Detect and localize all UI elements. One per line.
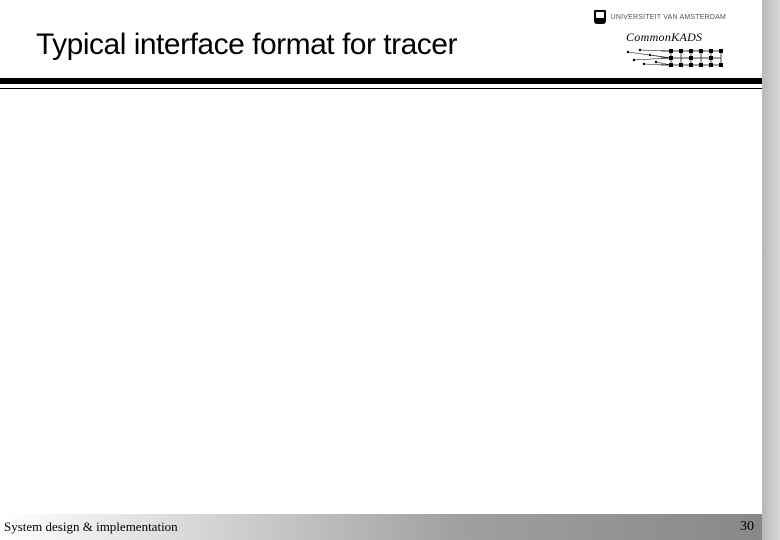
page-number: 30 <box>740 519 754 535</box>
header-area: Typical interface format for tracer <box>36 28 726 62</box>
footer-left-text: System design & implementation <box>4 519 178 535</box>
right-border-strip <box>762 0 780 540</box>
slide-container: UNIVERSITEIT VAN AMSTERDAM CommonKADS <box>0 0 762 540</box>
uva-logo: UNIVERSITEIT VAN AMSTERDAM <box>594 10 726 24</box>
uva-logo-text: UNIVERSITEIT VAN AMSTERDAM <box>611 14 726 21</box>
footer-bar: System design & implementation 30 <box>0 514 762 540</box>
title-thin-rule <box>0 88 762 89</box>
slide-title: Typical interface format for tracer <box>36 28 726 62</box>
title-thick-rule <box>0 78 762 84</box>
uva-shield-icon <box>594 10 606 24</box>
